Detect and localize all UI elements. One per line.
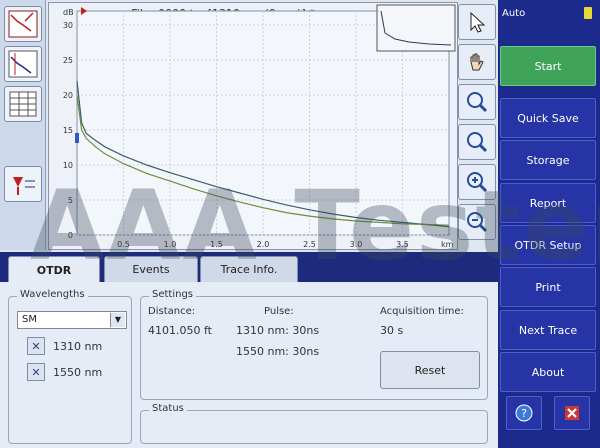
otdr-screen: Fiber0000.trc [1310 nm (9 µm)] * 0510152…: [0, 0, 600, 448]
quick-save-button[interactable]: Quick Save: [500, 98, 596, 138]
hand-icon: [470, 53, 484, 71]
otdr-chart: 0 5 10 15 20 25 30 0.5 1.0 1.5 2.0 2.5 3.0 3.5 dB km: [63, 4, 456, 249]
pulse-1550-value: 1550 nm: 30ns: [236, 345, 320, 358]
battery-icon: [584, 7, 592, 19]
fiber-type-select[interactable]: SM ▼: [17, 311, 127, 329]
wavelength-1310-checkbox[interactable]: ✕: [27, 337, 45, 355]
settings-title: Settings: [149, 289, 197, 300]
left-toolbar: [0, 0, 46, 250]
fiber-type-value: SM: [22, 314, 37, 325]
acquisition-time-value: 30 s: [380, 324, 404, 337]
tab-otdr[interactable]: OTDR: [8, 256, 100, 283]
y-tick-label: 25: [63, 56, 73, 65]
launch-marker: [75, 133, 79, 143]
start-button[interactable]: Start: [500, 46, 596, 86]
distance-value: 4101.050 ft: [148, 324, 212, 337]
y-tick-label: 10: [63, 161, 73, 170]
table-icon: [9, 91, 37, 117]
close-button[interactable]: [554, 396, 590, 430]
zoom-in-icon: [467, 172, 488, 193]
table-view-button[interactable]: [4, 86, 42, 122]
chevron-down-icon: ▼: [110, 313, 125, 327]
mode-label: Auto: [502, 8, 526, 19]
pan-tool-button[interactable]: [458, 44, 496, 80]
overview-thumbnail: [376, 4, 456, 52]
zoom-out-icon: [467, 212, 488, 233]
zoom-out-button[interactable]: [458, 204, 496, 240]
x-tick-label: 3.0: [350, 240, 363, 249]
y-tick-label: 5: [68, 196, 73, 205]
x-unit-label: km: [441, 240, 454, 249]
help-button[interactable]: ?: [506, 396, 542, 430]
x-tick-label: 1.0: [164, 240, 177, 249]
zoom-1to1-button[interactable]: [458, 124, 496, 160]
x-tick-labels: 0.5 1.0 1.5 2.0 2.5 3.0 3.5: [117, 240, 409, 249]
status-title: Status: [149, 403, 187, 414]
about-button[interactable]: About: [500, 352, 596, 392]
wavelengths-group: Wavelengths SM ▼ ✕ 1310 nm ✕ 1550 nm: [8, 289, 132, 444]
svg-text:?: ?: [521, 407, 527, 420]
zoom-icon: [467, 132, 488, 153]
trace-zoom-icon: [8, 10, 38, 38]
tab-bar: OTDR Events Trace Info.: [0, 252, 498, 283]
zoom-fit-button[interactable]: [458, 84, 496, 120]
print-button[interactable]: Print: [500, 267, 596, 307]
right-menu: Auto Start Quick Save Storage Report OTD…: [498, 0, 600, 448]
y-tick-label: 0: [68, 231, 73, 240]
distance-label: Distance:: [148, 306, 196, 317]
wavelengths-title: Wavelengths: [17, 289, 88, 300]
pointer-icon: [470, 11, 486, 33]
y-tick-label: 20: [63, 91, 73, 100]
x-tick-label: 1.5: [210, 240, 223, 249]
reset-button[interactable]: Reset: [380, 351, 480, 389]
marker-icon: [13, 177, 35, 195]
wavelength-1550-label: 1550 nm: [53, 366, 103, 379]
x-tick-label: 0.5: [117, 240, 130, 249]
storage-button[interactable]: Storage: [500, 140, 596, 180]
trace-view-button[interactable]: [4, 46, 42, 82]
close-icon: [565, 406, 579, 420]
zoom-fit-icon: [467, 92, 488, 113]
zoom-full-trace-button[interactable]: [4, 6, 42, 42]
otdr-setup-button[interactable]: OTDR Setup: [500, 225, 596, 265]
event-marker-button[interactable]: [4, 166, 42, 202]
next-trace-button[interactable]: Next Trace: [500, 310, 596, 350]
report-button[interactable]: Report: [500, 183, 596, 223]
y-unit-label: dB: [63, 8, 74, 17]
graph-tools: [456, 2, 498, 250]
y-tick-label: 15: [63, 126, 73, 135]
trace-graph-icon: [8, 50, 38, 78]
status-group: Status: [140, 403, 488, 444]
x-tick-label: 2.0: [257, 240, 270, 249]
y-tick-labels: 0 5 10 15 20 25 30: [63, 21, 73, 240]
pulse-1310-value: 1310 nm: 30ns: [236, 324, 320, 337]
pulse-label: Pulse:: [264, 306, 294, 317]
acquisition-time-label: Acquisition time:: [380, 306, 464, 317]
x-tick-label: 3.5: [396, 240, 409, 249]
tab-events[interactable]: Events: [104, 256, 198, 282]
zoom-in-button[interactable]: [458, 164, 496, 200]
pointer-tool-button[interactable]: [458, 4, 496, 40]
trace-graph[interactable]: Fiber0000.trc [1310 nm (9 µm)] * 0510152…: [48, 2, 458, 250]
wavelength-1310-label: 1310 nm: [53, 340, 103, 353]
tab-trace-info[interactable]: Trace Info.: [200, 256, 298, 282]
y-tick-label: 30: [63, 21, 73, 30]
help-icon: ?: [515, 404, 533, 422]
wavelength-1550-checkbox[interactable]: ✕: [27, 363, 45, 381]
x-tick-label: 2.5: [303, 240, 316, 249]
